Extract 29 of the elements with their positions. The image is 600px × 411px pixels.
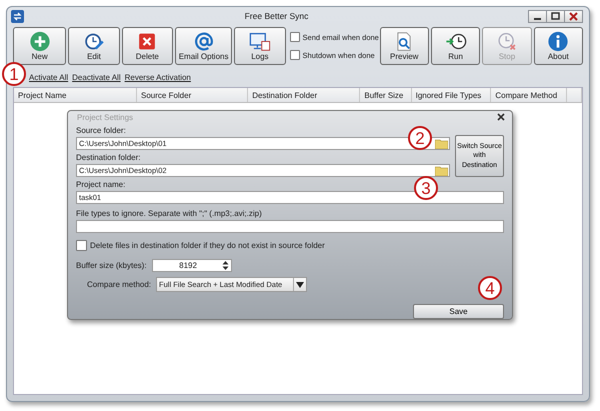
checkbox-label: Delete files in destination folder if they do not exist in source folder (90, 241, 325, 250)
buffer-size-spinner[interactable]: 8192 (152, 258, 232, 272)
toolbar-button[interactable]: Edit (68, 27, 120, 65)
column-header[interactable]: Destination Folder (248, 88, 360, 102)
column-header[interactable]: Buffer Size (360, 88, 412, 102)
toolbar-button[interactable]: Email Options (174, 27, 232, 65)
dialog-title: Project Settings (77, 112, 134, 122)
field-label: Compare method: (87, 279, 152, 291)
link[interactable]: Reverse Activation (124, 72, 191, 82)
callout-number: 1 (2, 62, 26, 86)
column-header[interactable]: Source Folder (137, 88, 248, 102)
column-header[interactable]: Ignored File Types (412, 88, 492, 102)
link[interactable]: Activate All (29, 72, 68, 82)
field-label: Destination folder: (76, 152, 140, 164)
toolbar-button[interactable]: About (534, 27, 583, 65)
save-button[interactable]: Save (413, 304, 504, 319)
column-header[interactable]: Compare Method (491, 88, 568, 102)
window-title: Free Better Sync (244, 11, 308, 21)
toolbar-button[interactable]: Run (430, 27, 480, 65)
toolbar-button[interactable]: Logs (234, 27, 286, 65)
field-label: File types to ignore. Separate with ";" (.mp3;.avi;.zip) (76, 208, 262, 220)
toolbar-button[interactable]: New (13, 27, 66, 65)
toolbar-button[interactable]: Delete (122, 27, 173, 65)
toolbar-button[interactable]: Preview (380, 27, 429, 65)
field-label: Buffer size (kbytes): (76, 260, 147, 272)
field-label: Source folder: (76, 125, 126, 137)
field-label: Project name: (76, 179, 126, 191)
link[interactable]: Deactivate All (72, 72, 121, 82)
column-header[interactable]: Project Name (14, 88, 137, 102)
